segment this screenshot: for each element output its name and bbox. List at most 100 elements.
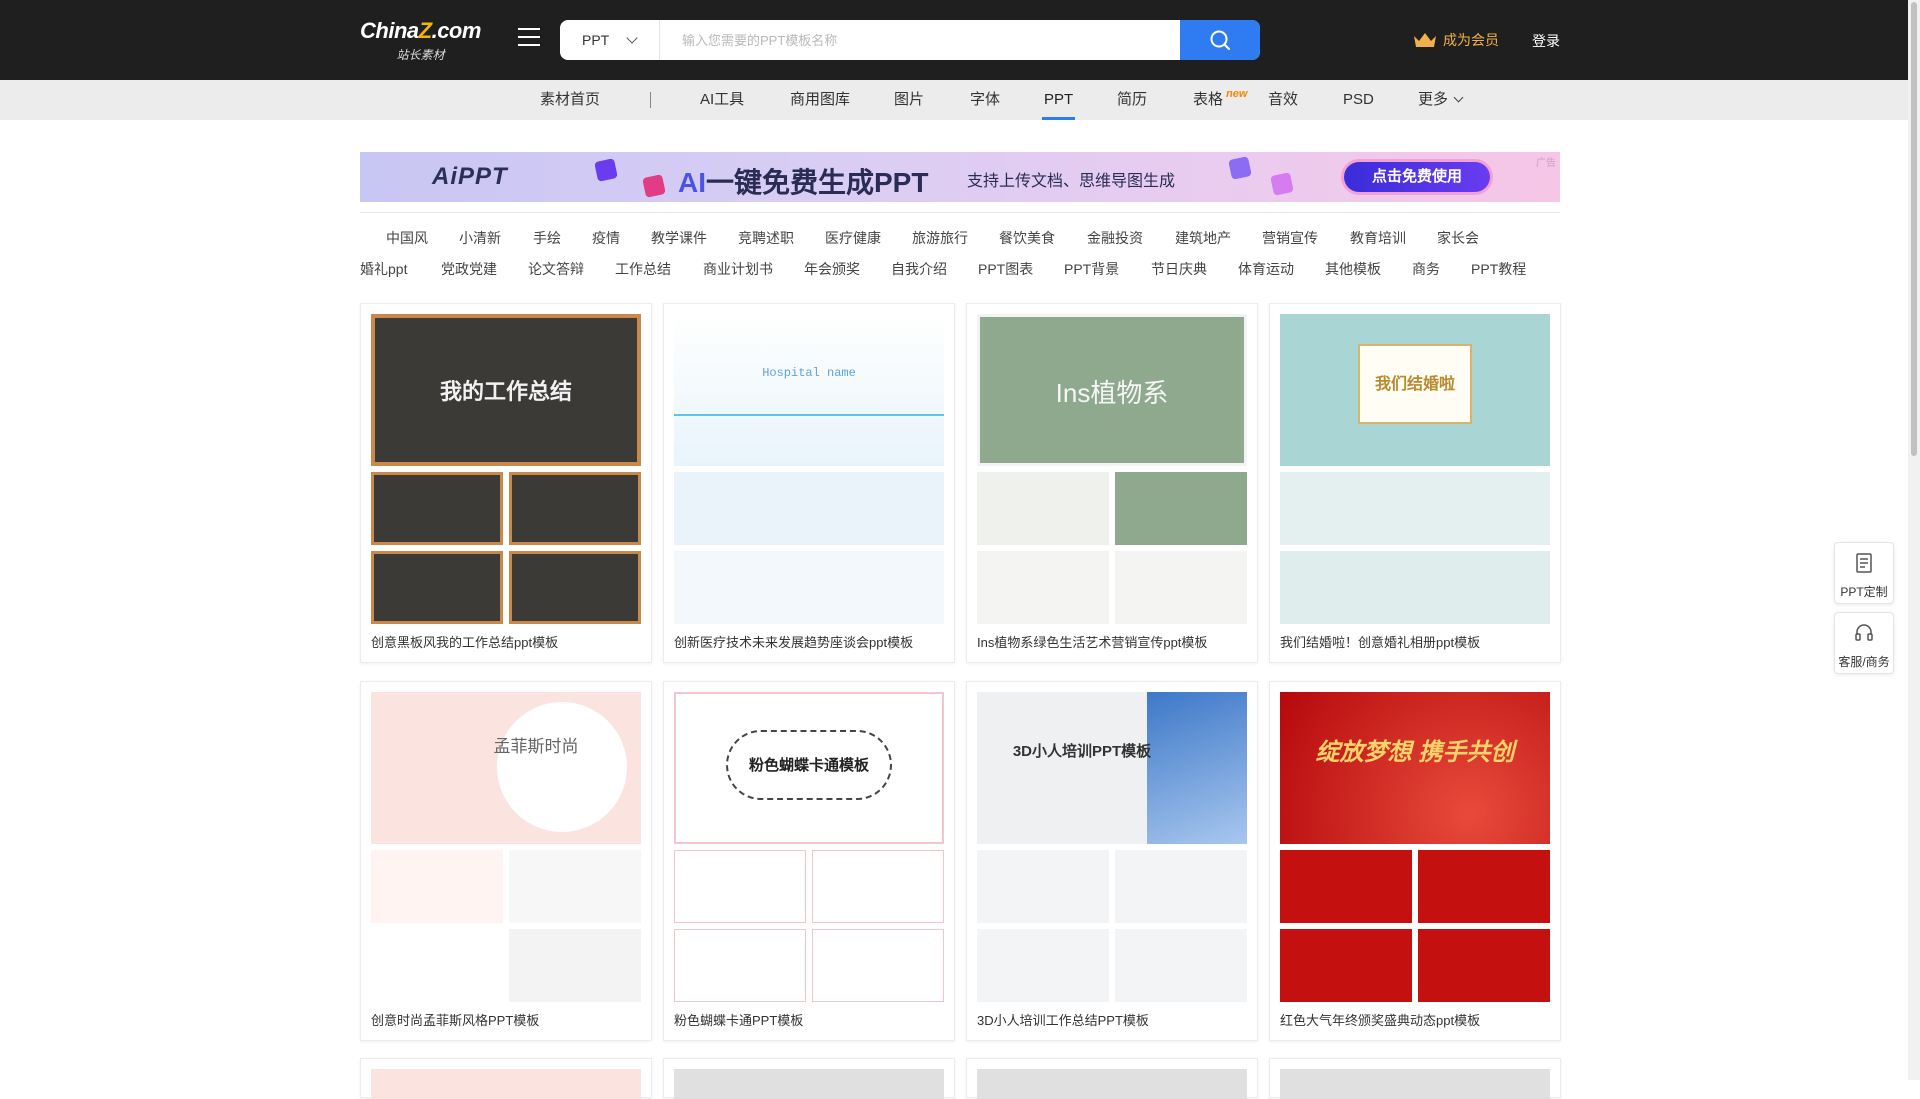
tag[interactable]: 疫情 — [592, 228, 620, 248]
site-logo[interactable]: ChinaZ.com 站长素材 — [360, 18, 481, 63]
become-vip-link[interactable]: 成为会员 — [1413, 29, 1499, 51]
chevron-down-icon — [1453, 92, 1464, 103]
banner-logo: AiPPT — [432, 163, 508, 190]
nav-item-spreadsheet[interactable]: 表格 — [1193, 80, 1223, 120]
hamburger-menu-icon[interactable] — [518, 28, 540, 48]
template-title: 3D小人培训工作总结PPT模板 — [977, 1013, 1149, 1028]
customer-service-button[interactable]: 客服/商务 — [1834, 612, 1894, 674]
tag[interactable]: 医疗健康 — [825, 228, 881, 248]
nav-item-ppt[interactable]: PPT — [1041, 80, 1076, 120]
tag[interactable]: PPT图表 — [978, 259, 1033, 279]
ppt-custom-button[interactable]: PPT定制 — [1834, 542, 1894, 604]
crown-icon — [1414, 33, 1436, 47]
new-badge: new — [1226, 88, 1248, 100]
search-icon — [1210, 30, 1230, 50]
category-nav: 素材首页 AI工具 商用图库 图片 字体 PPT 简历 表格 new 音效 PS… — [0, 80, 1920, 120]
template-title: Ins植物系绿色生活艺术营销宣传ppt模板 — [977, 635, 1208, 650]
tag[interactable]: PPT教程 — [1471, 259, 1526, 279]
template-thumbnail: Hospital name — [674, 314, 944, 624]
tag[interactable]: 手绘 — [533, 228, 561, 248]
document-icon — [642, 174, 666, 198]
template-card[interactable]: 粉色蝴蝶卡通模板 粉色蝴蝶卡通PPT模板 — [663, 681, 955, 1041]
tag[interactable]: 商务 — [1412, 259, 1440, 279]
scrollbar-thumb[interactable] — [1911, 2, 1917, 456]
template-thumbnail: 孟菲斯时尚 — [371, 692, 641, 1002]
search-input[interactable] — [660, 20, 1180, 60]
nav-item-images[interactable]: 图片 — [894, 80, 924, 120]
search-button[interactable] — [1180, 20, 1260, 60]
document-icon — [1856, 553, 1872, 573]
ppt-app-icon — [594, 158, 618, 182]
headset-icon — [1855, 624, 1873, 641]
template-card[interactable]: 我的工作总结 创意黑板风我的工作总结ppt模板 — [360, 303, 652, 663]
tag[interactable]: 党政党建 — [441, 259, 497, 279]
nav-item-home[interactable]: 素材首页 — [540, 80, 600, 120]
template-card[interactable] — [1269, 1058, 1561, 1099]
banner-tagline: 支持上传文档、思维导图生成 — [967, 173, 1176, 190]
tag[interactable]: 自我介绍 — [891, 259, 947, 279]
tag[interactable]: 节日庆典 — [1151, 259, 1207, 279]
ad-label: 广告 — [1536, 158, 1556, 169]
nav-item-resume[interactable]: 简历 — [1117, 80, 1147, 120]
page-scrollbar[interactable] — [1908, 0, 1920, 1080]
tag[interactable]: 餐饮美食 — [999, 228, 1055, 248]
tag[interactable]: 商业计划书 — [703, 259, 773, 279]
logo-text: ChinaZ.com — [360, 18, 481, 43]
nav-item-fonts[interactable]: 字体 — [970, 80, 1000, 120]
template-title: 创意时尚孟菲斯风格PPT模板 — [371, 1013, 540, 1028]
tag[interactable]: 教学课件 — [651, 228, 707, 248]
template-title: 创意黑板风我的工作总结ppt模板 — [371, 635, 559, 650]
vip-label: 成为会员 — [1443, 32, 1499, 48]
tag[interactable]: 营销宣传 — [1262, 228, 1318, 248]
divider — [360, 212, 1560, 213]
template-card[interactable] — [966, 1058, 1258, 1099]
document-icon — [1228, 156, 1252, 180]
template-title: 创新医疗技术未来发展趋势座谈会ppt模板 — [674, 635, 914, 650]
banner-headline: AI一键免费生成PPT — [678, 167, 929, 198]
tag[interactable]: 论文答辩 — [528, 259, 584, 279]
tag[interactable]: 其他模板 — [1325, 259, 1381, 279]
tag[interactable]: PPT背景 — [1064, 259, 1119, 279]
top-bar: ChinaZ.com 站长素材 PPT 成为会员 登录 — [0, 0, 1920, 80]
template-card[interactable]: 3D小人培训PPT模板 3D小人培训工作总结PPT模板 — [966, 681, 1258, 1041]
nav-item-more[interactable]: 更多 — [1418, 80, 1448, 120]
template-thumbnail: 粉色蝴蝶卡通模板 — [674, 692, 944, 1002]
nav-item-ai-tools[interactable]: AI工具 — [700, 80, 744, 120]
template-title: 红色大气年终颁奖盛典动态ppt模板 — [1280, 1013, 1481, 1028]
file-icon — [1270, 172, 1294, 196]
banner-cta-button[interactable]: 点击免费使用 — [1344, 162, 1490, 192]
tag[interactable]: 中国风 — [386, 228, 428, 248]
tag[interactable]: 旅游旅行 — [912, 228, 968, 248]
nav-item-psd[interactable]: PSD — [1343, 80, 1374, 120]
search-bar: PPT — [560, 20, 1260, 60]
nav-item-audio[interactable]: 音效 — [1268, 80, 1298, 120]
tag[interactable]: 教育培训 — [1350, 228, 1406, 248]
template-card[interactable]: 我们结婚啦 我们结婚啦！创意婚礼相册ppt模板 — [1269, 303, 1561, 663]
tag[interactable]: 工作总结 — [615, 259, 671, 279]
template-card[interactable]: 孟菲斯时尚 创意时尚孟菲斯风格PPT模板 — [360, 681, 652, 1041]
tag[interactable]: 竞聘述职 — [738, 228, 794, 248]
tag[interactable]: 建筑地产 — [1175, 228, 1231, 248]
chevron-down-icon — [626, 32, 638, 44]
template-thumbnail: 我的工作总结 — [371, 314, 641, 624]
aippt-banner[interactable]: AiPPT AI一键免费生成PPT 支持上传文档、思维导图生成 点击免费使用 广… — [360, 152, 1560, 202]
tag[interactable]: 小清新 — [459, 228, 501, 248]
nav-divider — [650, 92, 651, 108]
tag[interactable]: 体育运动 — [1238, 259, 1294, 279]
tag[interactable]: 金融投资 — [1087, 228, 1143, 248]
search-category-value: PPT — [582, 32, 610, 48]
template-title: 粉色蝴蝶卡通PPT模板 — [674, 1013, 804, 1028]
tag[interactable]: 家长会 — [1437, 228, 1479, 248]
tag[interactable]: 年会颁奖 — [804, 259, 860, 279]
template-card[interactable]: Ins植物系 Ins植物系绿色生活艺术营销宣传ppt模板 — [966, 303, 1258, 663]
login-link[interactable]: 登录 — [1532, 31, 1560, 51]
template-title: 我们结婚啦！创意婚礼相册ppt模板 — [1280, 635, 1481, 650]
template-card[interactable] — [663, 1058, 955, 1099]
template-thumbnail: 3D小人培训PPT模板 — [977, 692, 1247, 1002]
template-card[interactable]: 绽放梦想 携手共创 红色大气年终颁奖盛典动态ppt模板 — [1269, 681, 1561, 1041]
template-card[interactable]: Hospital name 创新医疗技术未来发展趋势座谈会ppt模板 — [663, 303, 955, 663]
tag[interactable]: 婚礼ppt — [360, 259, 407, 279]
search-category-select[interactable]: PPT — [560, 20, 660, 60]
template-card[interactable] — [360, 1058, 652, 1099]
nav-item-stock-images[interactable]: 商用图库 — [790, 80, 850, 120]
